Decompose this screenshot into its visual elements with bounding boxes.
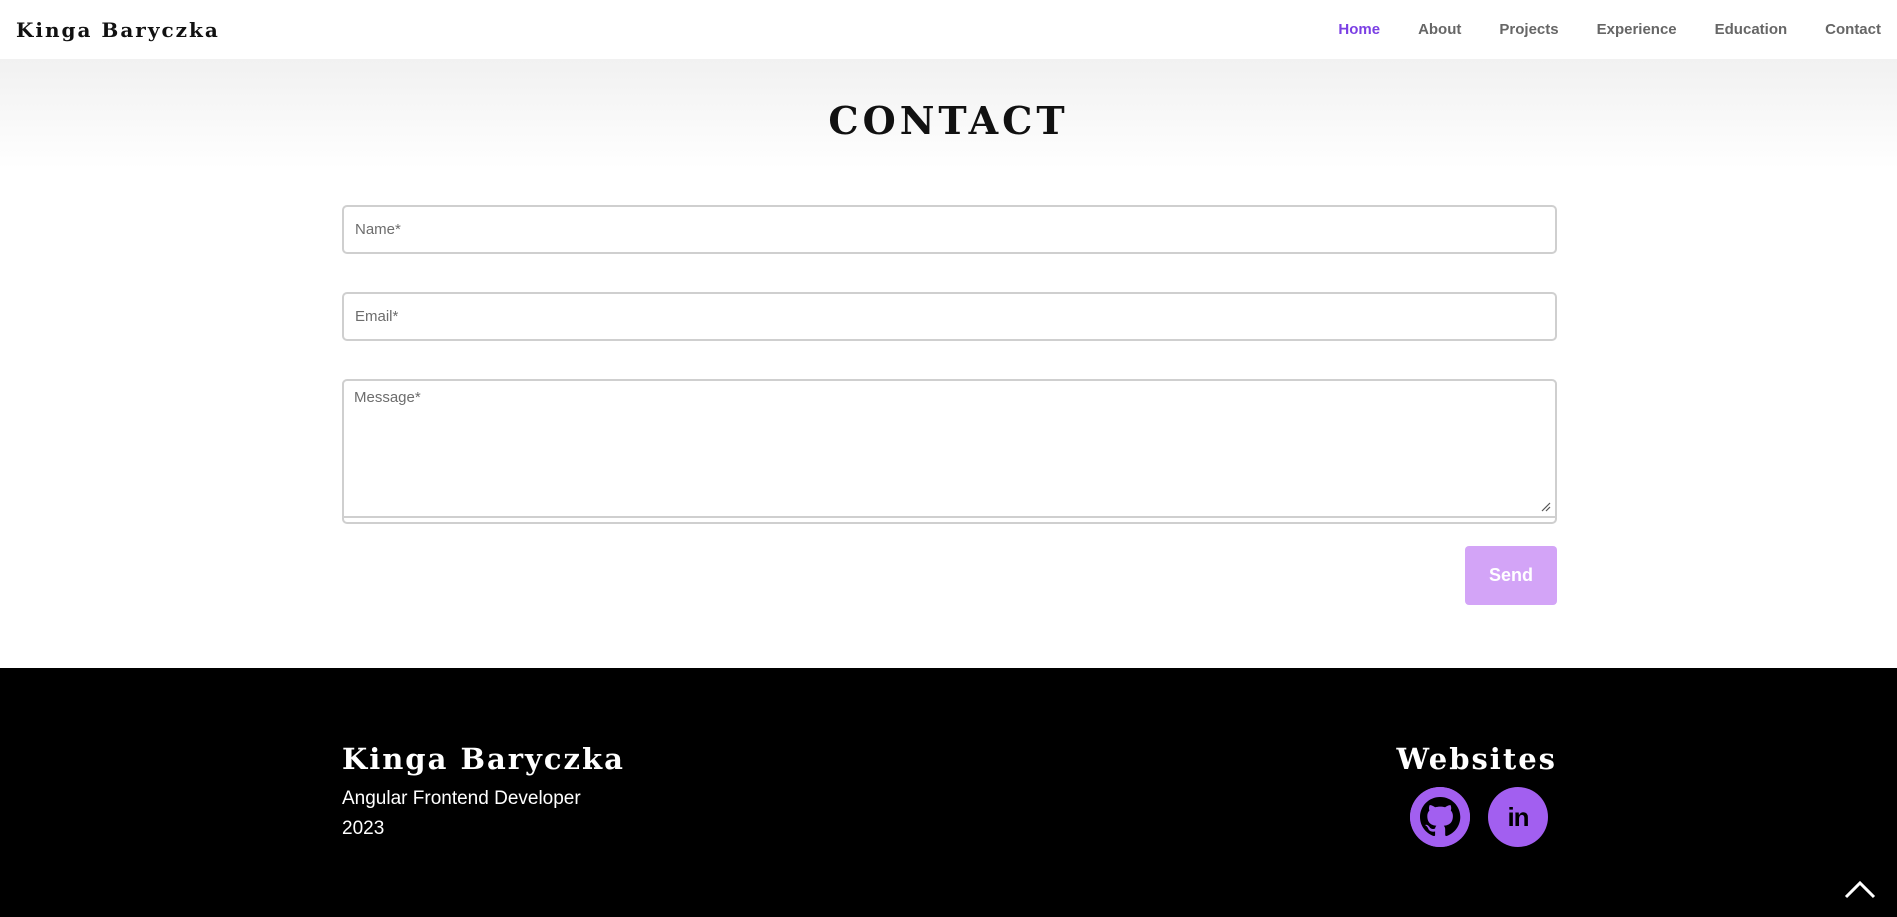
nav-link-experience[interactable]: Experience xyxy=(1597,21,1677,38)
footer: Kinga Baryczka Angular Frontend Develope… xyxy=(0,668,1897,917)
email-input[interactable] xyxy=(342,292,1557,341)
contact-form: Send xyxy=(342,205,1557,605)
nav-link-about[interactable]: About xyxy=(1418,21,1461,38)
linkedin-link[interactable]: in xyxy=(1488,787,1548,847)
footer-role: Angular Frontend Developer xyxy=(342,788,581,809)
message-textarea[interactable] xyxy=(344,381,1555,518)
linkedin-icon: in xyxy=(1507,801,1529,832)
chevron-up-icon[interactable] xyxy=(1843,877,1877,901)
send-row: Send xyxy=(342,546,1557,605)
send-button[interactable]: Send xyxy=(1465,546,1557,605)
footer-year: 2023 xyxy=(342,818,385,839)
github-icon xyxy=(1410,787,1470,847)
websites-title: Websites xyxy=(1396,742,1557,776)
navbar: Kinga Baryczka Home About Projects Exper… xyxy=(0,0,1897,59)
name-input[interactable] xyxy=(342,205,1557,254)
contact-title: CONTACT xyxy=(828,98,1069,143)
message-field-wrapper xyxy=(342,379,1557,524)
brand-logo[interactable]: Kinga Baryczka xyxy=(16,18,220,42)
main-nav: Home About Projects Experience Education… xyxy=(1300,21,1881,38)
nav-link-contact[interactable]: Contact xyxy=(1825,21,1881,38)
nav-link-projects[interactable]: Projects xyxy=(1499,21,1558,38)
footer-name: Kinga Baryczka xyxy=(342,742,625,776)
resize-handle-icon[interactable] xyxy=(1541,502,1551,512)
github-link[interactable] xyxy=(1410,787,1470,847)
nav-link-home[interactable]: Home xyxy=(1338,21,1380,38)
nav-link-education[interactable]: Education xyxy=(1715,21,1788,38)
